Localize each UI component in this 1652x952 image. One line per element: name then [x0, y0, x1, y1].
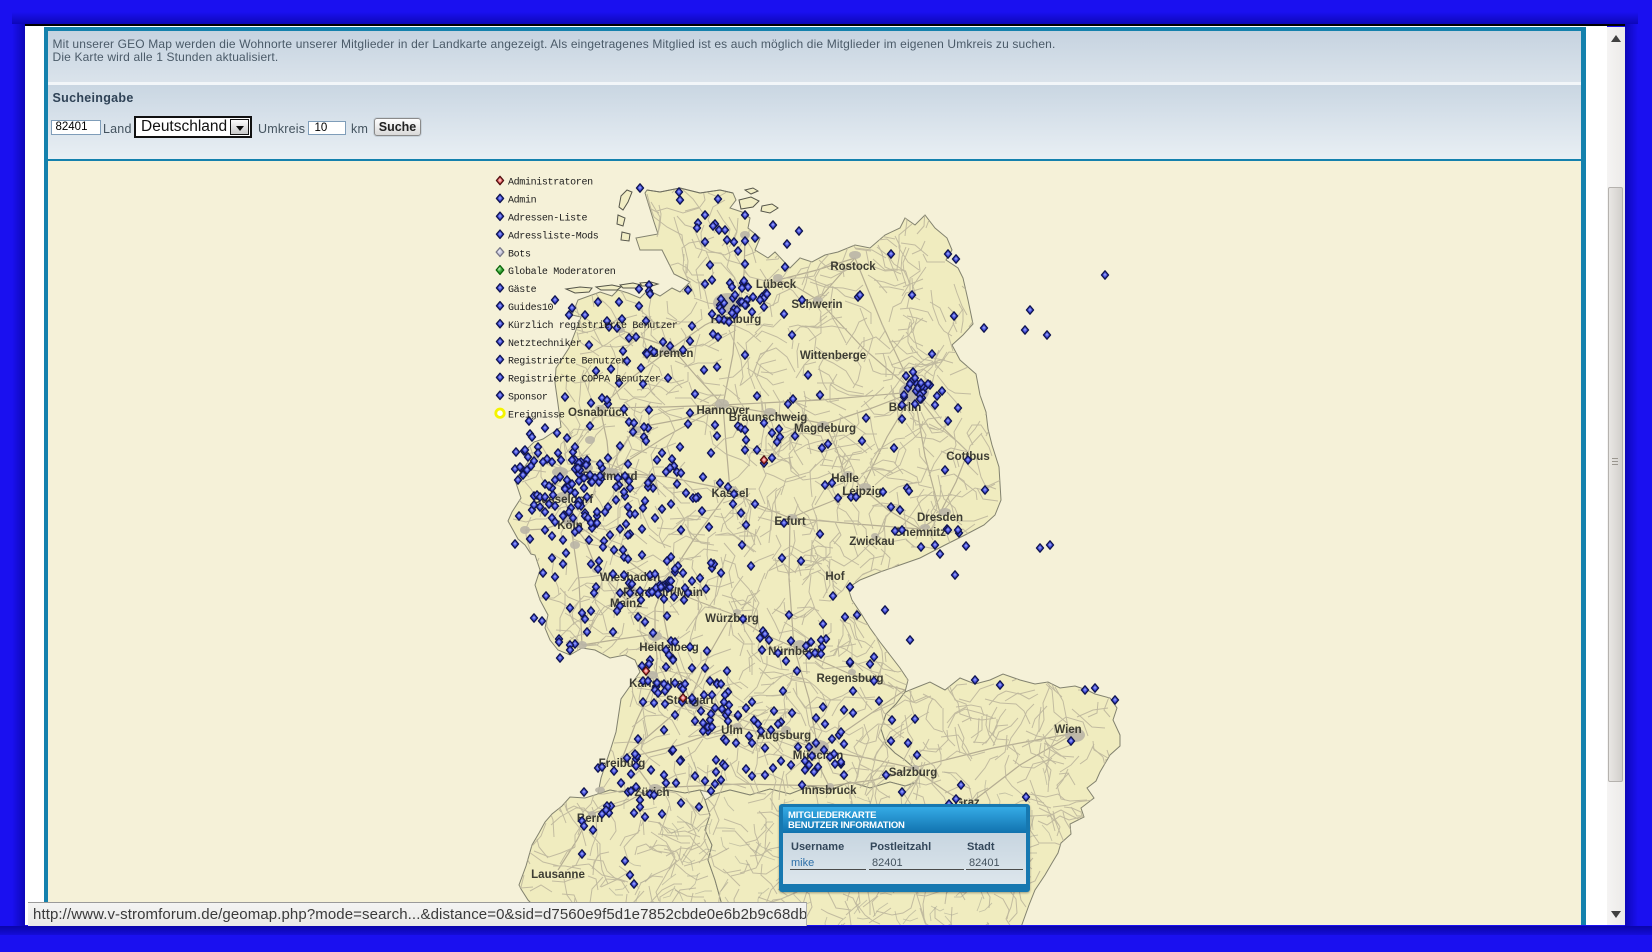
svg-text:Magdeburg: Magdeburg — [794, 423, 856, 435]
svg-text:Lübeck: Lübeck — [756, 279, 797, 291]
svg-text:Registrierte Benutzer: Registrierte Benutzer — [508, 356, 627, 368]
svg-text:Osnabrück: Osnabrück — [568, 407, 629, 419]
svg-text:Admin: Admin — [508, 195, 537, 207]
svg-text:Salzburg: Salzburg — [889, 767, 938, 779]
svg-text:Hof: Hof — [825, 571, 844, 583]
svg-text:Ereignisse: Ereignisse — [508, 409, 565, 421]
svg-text:Dresden: Dresden — [917, 512, 963, 524]
svg-text:Würzburg: Würzburg — [705, 613, 759, 625]
svg-text:Globale Moderatoren: Globale Moderatoren — [508, 266, 616, 278]
svg-text:Kürzlich registrierte Benutzer: Kürzlich registrierte Benutzer — [508, 320, 678, 332]
svg-text:Adressen-Liste: Adressen-Liste — [508, 213, 587, 225]
svg-text:Registrierte COPPA Benutzer: Registrierte COPPA Benutzer — [508, 374, 661, 386]
svg-text:Erfurt: Erfurt — [774, 516, 805, 528]
svg-text:Gäste: Gäste — [508, 284, 537, 296]
svg-text:Adressliste-Mods: Adressliste-Mods — [508, 230, 599, 242]
svg-text:Wittenberge: Wittenberge — [800, 350, 866, 362]
svg-text:Zwickau: Zwickau — [849, 536, 894, 548]
svg-text:Wien: Wien — [1054, 724, 1081, 736]
svg-text:Lausanne: Lausanne — [531, 869, 585, 881]
svg-text:Guides10: Guides10 — [508, 302, 554, 314]
svg-text:Innsbruck: Innsbruck — [802, 785, 858, 797]
svg-text:Rostock: Rostock — [830, 261, 876, 273]
svg-text:Netztechniker: Netztechniker — [508, 338, 582, 350]
svg-text:Augsburg: Augsburg — [757, 730, 811, 742]
svg-text:Administratoren: Administratoren — [508, 177, 593, 189]
svg-text:Sponsor: Sponsor — [508, 393, 548, 404]
svg-text:Bots: Bots — [508, 249, 531, 260]
